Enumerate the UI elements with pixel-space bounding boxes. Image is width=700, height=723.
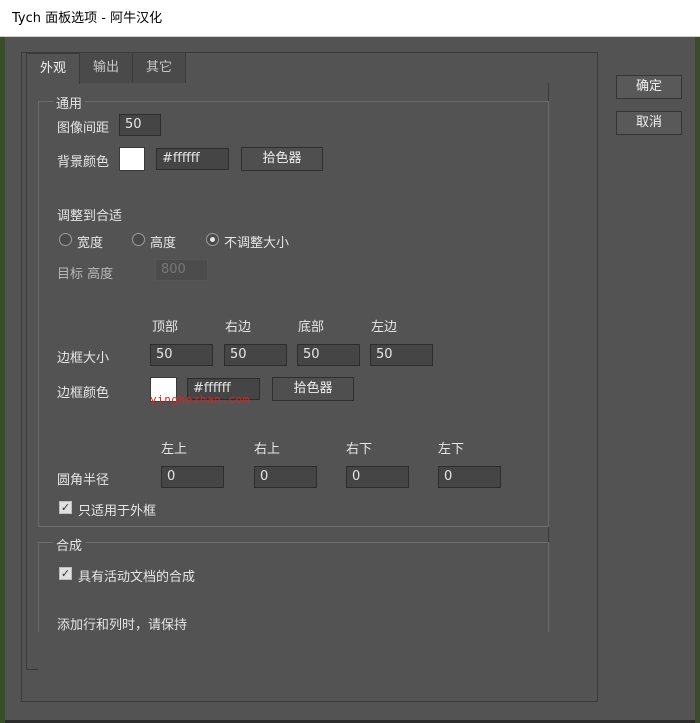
composite-group-mask <box>38 632 549 670</box>
fit-label: 调整到合适 <box>57 209 123 224</box>
border-size-bottom-input[interactable]: 50 <box>297 344 360 366</box>
window-titlebar: Tych 面板选项 - 阿牛汉化 <box>0 0 700 37</box>
outer-only-label[interactable]: 只适用于外框 <box>78 500 156 519</box>
tab-output[interactable]: 输出 <box>80 53 134 83</box>
border-color-label: 边框颜色 <box>57 386 110 401</box>
fit-none-radio[interactable] <box>206 233 219 246</box>
target-height-label: 目标 高度 <box>57 267 114 282</box>
corner-header-bottom-right: 右下 <box>346 442 373 457</box>
composite-hint: 添加行和列时，请保持 <box>57 618 188 633</box>
bg-color-label: 背景颜色 <box>57 155 110 170</box>
composite-group-legend: 合成 <box>53 535 86 554</box>
corner-radius-label: 圆角半径 <box>57 473 110 488</box>
image-spacing-input[interactable]: 50 <box>119 114 161 136</box>
cancel-button[interactable]: 取消 <box>616 111 682 135</box>
corner-bottom-right-input[interactable]: 0 <box>346 466 409 488</box>
border-header-top: 顶部 <box>152 320 179 335</box>
fit-height-radio[interactable] <box>132 233 145 246</box>
active-doc-checkbox[interactable]: ✓ <box>59 567 72 580</box>
corner-top-left-input[interactable]: 0 <box>161 466 224 488</box>
border-size-left-input[interactable]: 50 <box>370 344 433 366</box>
watermark-text: yinghezhan.com <box>150 393 250 406</box>
border-header-bottom: 底部 <box>298 320 325 335</box>
window-title: Tych 面板选项 - 阿牛汉化 <box>12 11 163 26</box>
active-doc-label[interactable]: 具有活动文档的合成 <box>78 566 195 585</box>
border-size-top-input[interactable]: 50 <box>150 344 213 366</box>
corner-header-top-right: 右上 <box>254 442 281 457</box>
corner-header-top-left: 左上 <box>161 442 188 457</box>
border-header-left: 左边 <box>371 320 398 335</box>
corner-header-bottom-left: 左下 <box>438 442 465 457</box>
corner-top-right-input[interactable]: 0 <box>254 466 317 488</box>
composite-group-left-line <box>38 542 39 632</box>
tab-bar: 外观 输出 其它 <box>26 53 187 84</box>
border-color-picker-button[interactable]: 拾色器 <box>272 377 354 401</box>
bg-color-swatch[interactable] <box>119 147 145 171</box>
border-size-label: 边框大小 <box>57 351 110 366</box>
corner-bottom-left-input[interactable]: 0 <box>438 466 501 488</box>
outer-only-checkbox[interactable]: ✓ <box>59 501 72 514</box>
tab-other[interactable]: 其它 <box>133 53 187 83</box>
fit-width-label[interactable]: 宽度 <box>77 232 103 251</box>
ok-button[interactable]: 确定 <box>616 75 682 99</box>
bg-color-input[interactable]: #ffffff <box>156 148 229 170</box>
general-group-legend: 通用 <box>53 93 86 112</box>
border-size-right-input[interactable]: 50 <box>224 344 287 366</box>
fit-height-label[interactable]: 高度 <box>150 232 176 251</box>
image-spacing-label: 图像间距 <box>57 121 110 136</box>
bg-color-picker-button[interactable]: 拾色器 <box>241 147 323 171</box>
fit-width-radio[interactable] <box>59 233 72 246</box>
tab-appearance[interactable]: 外观 <box>26 53 81 84</box>
border-header-right: 右边 <box>225 320 252 335</box>
background-edge-right <box>695 37 700 723</box>
target-height-input[interactable]: 800 <box>155 259 208 281</box>
fit-none-label[interactable]: 不调整大小 <box>224 232 289 251</box>
